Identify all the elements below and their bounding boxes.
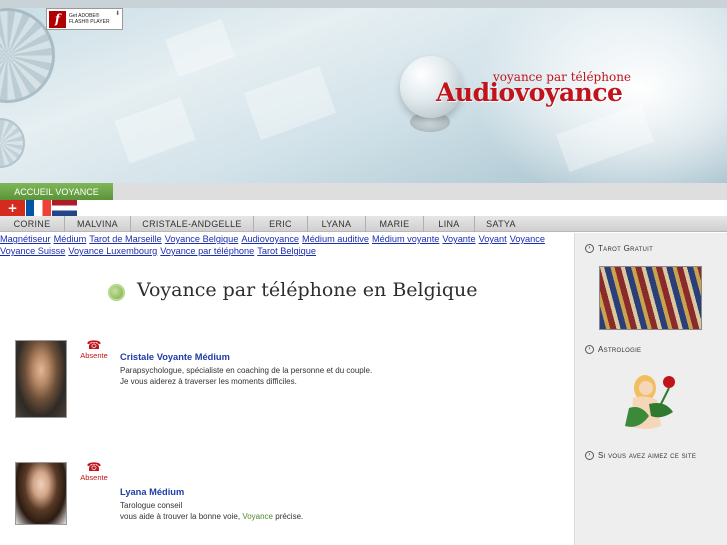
sidebar-title-text: Astrologie	[598, 345, 642, 354]
keyword-link[interactable]: Médium voyante	[372, 234, 439, 244]
flash-icon: f	[49, 10, 66, 28]
sidebar: › Tarot Gratuit › Astrologie › Si vous a…	[574, 233, 727, 545]
medium-description: Parapsychologue, spécialiste en coaching…	[120, 365, 372, 387]
banner-tile	[164, 18, 236, 78]
nav-item-lyana[interactable]: LYANA	[308, 215, 366, 232]
flash-badge-line2: FLASH® PLAYER	[69, 19, 110, 25]
medium-name-link[interactable]: Lyana Médium	[120, 487, 184, 497]
sidebar-title-text: Tarot Gratuit	[598, 244, 654, 253]
status-text: Absente	[80, 351, 108, 360]
french-flag-icon[interactable]	[26, 200, 51, 216]
keyword-link[interactable]: Voyance par téléphone	[160, 246, 254, 256]
availability-status: ☎ Absente	[79, 338, 109, 360]
medium-name-link[interactable]: Cristale Voyante Médium	[120, 352, 230, 362]
nav-item-corine[interactable]: CORINE	[0, 215, 65, 232]
keyword-link[interactable]: Magnétiseur	[0, 234, 51, 244]
keyword-link[interactable]: Voyance	[510, 234, 545, 244]
medium-description: Tarologue conseil vous aide à trouver la…	[120, 500, 303, 522]
nav-item-satya[interactable]: SATYA	[475, 216, 527, 232]
primary-nav: ACCUEIL VOYANCE	[0, 183, 727, 200]
keyword-links: Magnétiseur Médium Tarot de Marseille Voyan…	[0, 233, 572, 257]
header-banner: f Get ADOBE® FLASH® PLAYER ⬇ voyance par…	[0, 8, 727, 183]
tarot-cards-image[interactable]	[599, 266, 702, 330]
status-text: Absente	[80, 473, 108, 482]
logo-brand: Audiovoyance	[436, 78, 623, 107]
green-bullet-icon	[108, 283, 125, 301]
get-flash-player-button[interactable]: f Get ADOBE® FLASH® PLAYER ⬇	[46, 8, 123, 30]
sidebar-title-text: Si vous avez aimez ce site	[598, 451, 697, 460]
keyword-link[interactable]: Voyante	[442, 234, 475, 244]
page-heading: Voyance par téléphone en Belgique	[108, 279, 478, 301]
banner-tile	[114, 97, 196, 164]
description-line: Tarologue conseil	[120, 501, 183, 510]
description-line: Parapsychologue, spécialiste en coaching…	[120, 366, 373, 375]
sidebar-title-tarot[interactable]: › Tarot Gratuit	[585, 244, 653, 253]
description-text: précise.	[273, 512, 304, 521]
phone-icon: ☎	[86, 460, 102, 474]
download-arrow-icon: ⬇	[114, 10, 120, 17]
voyance-link[interactable]: Voyance	[242, 512, 273, 521]
keyword-link[interactable]: Tarot de Marseille	[89, 234, 162, 244]
description-text: vous aide à trouver la bonne voie,	[120, 512, 243, 521]
keyword-link[interactable]: Voyant	[479, 234, 507, 244]
keyword-link[interactable]: Voyance Luxembourg	[68, 246, 157, 256]
nav-item-lina[interactable]: LINA	[424, 215, 475, 232]
keyword-link[interactable]: Médium auditive	[302, 234, 369, 244]
sidebar-title-like[interactable]: › Si vous avez aimez ce site	[585, 451, 696, 460]
medium-photo[interactable]	[15, 462, 67, 525]
arrow-circle-icon: ›	[585, 345, 594, 354]
availability-status: ☎ Absente	[79, 460, 109, 482]
keyword-link[interactable]: Voyance Belgique	[165, 234, 239, 244]
nav-item-eric[interactable]: ERIC	[254, 215, 308, 232]
dutch-flag-icon[interactable]	[52, 200, 77, 216]
nav-item-cristale-andgelle[interactable]: CRISTALE-ANDGELLE	[131, 215, 254, 232]
arrow-circle-icon: ›	[585, 451, 594, 460]
page-title: Voyance par téléphone en Belgique	[137, 279, 478, 301]
home-tab[interactable]: ACCUEIL VOYANCE	[0, 183, 113, 200]
keyword-link[interactable]: Audiovoyance	[241, 234, 299, 244]
arrow-circle-icon: ›	[585, 244, 594, 253]
medium-photo[interactable]	[15, 340, 67, 418]
zodiac-wheel-icon	[0, 118, 25, 168]
flash-badge-text: Get ADOBE® FLASH® PLAYER	[69, 13, 110, 25]
medium-names-nav: CORINE MALVINA CRISTALE-ANDGELLE ERIC LY…	[0, 215, 727, 232]
keyword-link[interactable]: Voyance Suisse	[0, 246, 65, 256]
banner-tile	[243, 65, 337, 141]
language-selector: +	[0, 200, 78, 216]
description-line: vous aide à trouver la bonne voie, Voyan…	[120, 511, 303, 522]
phone-icon: ☎	[86, 338, 102, 352]
keyword-link[interactable]: Médium	[54, 234, 87, 244]
nav-item-marie[interactable]: MARIE	[366, 215, 424, 232]
keyword-link[interactable]: Tarot Belgique	[257, 246, 316, 256]
swiss-flag-icon[interactable]: +	[0, 200, 25, 216]
nav-item-malvina[interactable]: MALVINA	[65, 215, 131, 232]
top-strip	[0, 0, 727, 8]
description-line: Je vous aiderez à traverser les moments …	[120, 377, 297, 386]
astrology-virgo-image[interactable]	[615, 368, 683, 436]
sidebar-title-astrologie[interactable]: › Astrologie	[585, 345, 641, 354]
